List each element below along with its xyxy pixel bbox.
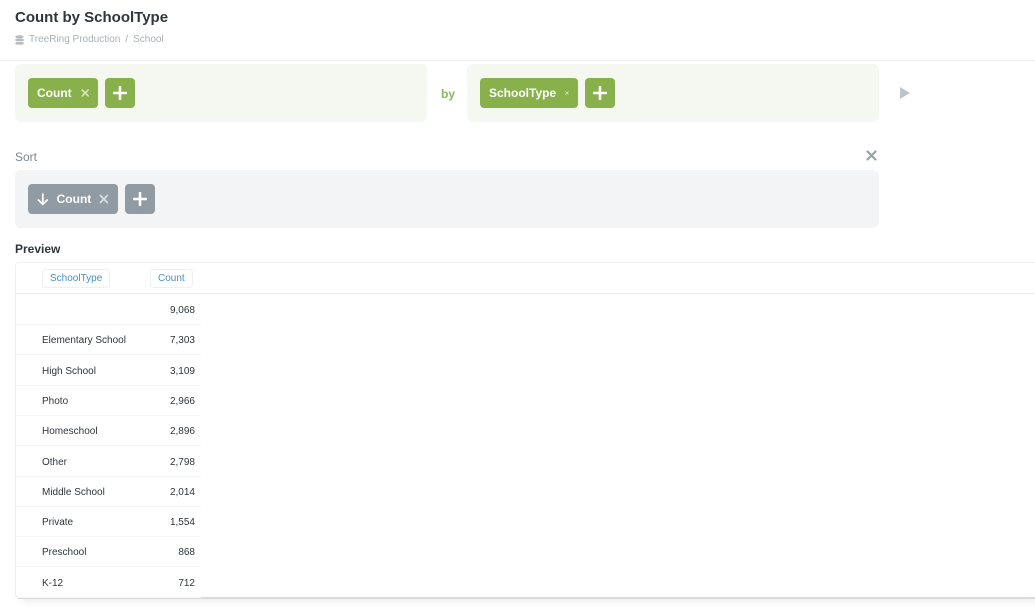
column-header-count[interactable]: Count (150, 269, 193, 288)
cell-count: 1,554 (169, 517, 195, 529)
table-row: High School 3,109 (16, 356, 201, 386)
page-title: Count by SchoolType (15, 9, 169, 26)
page-header: Count by SchoolType TreeRing Production … (0, 0, 1035, 61)
cell-schooltype: K-12 (42, 577, 64, 589)
cell-count: 2,014 (169, 486, 195, 498)
table-row: Private 1,554 (16, 507, 201, 538)
cell-schooltype: Private (42, 517, 74, 529)
breadcrumb-database[interactable]: TreeRing Production (29, 34, 120, 45)
cell-count: 9,068 (169, 305, 195, 316)
preview-table: SchoolType Count 9,068 Elementary School 7… (15, 262, 1035, 599)
cell-schooltype: Homeschool (42, 426, 98, 438)
table-row: Other 2,798 (16, 447, 201, 477)
table-row: Elementary School 7,303 (16, 325, 201, 356)
remove-aggregation-icon[interactable] (81, 88, 89, 98)
cell-schooltype: Photo (42, 395, 69, 407)
aggregation-label: Count (37, 86, 72, 100)
plus-icon (113, 86, 127, 100)
column-header-schooltype[interactable]: SchoolType (42, 269, 111, 288)
table-row: Middle School 2,014 (16, 477, 201, 507)
cell-count: 3,109 (169, 365, 195, 377)
sort-pill[interactable]: Count (28, 184, 118, 214)
play-icon[interactable] (898, 86, 912, 100)
database-icon (15, 34, 24, 45)
table-row: 9,068 (16, 295, 201, 325)
table-row: Homeschool 2,896 (16, 416, 201, 447)
plus-icon (133, 192, 147, 206)
table-row: Preschool 868 (16, 537, 201, 568)
breakout-pill[interactable]: SchoolType (480, 78, 578, 108)
remove-breakout-icon[interactable] (565, 88, 569, 98)
table-row: K-12 712 (16, 568, 201, 598)
cell-schooltype: Elementary School (42, 335, 126, 347)
cell-schooltype: Preschool (42, 547, 87, 559)
preview-label: Preview (15, 242, 61, 256)
by-label: by (441, 87, 456, 101)
add-breakout-button[interactable] (585, 78, 615, 108)
cell-count: 7,303 (169, 335, 195, 347)
breadcrumb-separator: / (125, 34, 129, 45)
cell-count: 2,798 (169, 456, 195, 468)
table-row: Photo 2,966 (16, 386, 201, 416)
cell-schooltype: High School (42, 365, 96, 377)
remove-sort-icon[interactable] (99, 194, 109, 204)
table-header-row: SchoolType Count (16, 263, 1035, 294)
sort-label: Count (56, 192, 92, 206)
add-aggregation-button[interactable] (105, 78, 135, 108)
close-sort-icon[interactable] (866, 150, 877, 161)
breadcrumb: TreeRing Production / School (15, 34, 164, 45)
cell-count: 2,966 (169, 395, 195, 407)
arrow-down-icon (37, 192, 49, 205)
cell-count: 712 (178, 577, 195, 589)
sort-section-label: Sort (15, 150, 38, 164)
aggregation-pill[interactable]: Count (28, 78, 98, 108)
cell-count: 868 (178, 547, 195, 559)
breadcrumb-table[interactable]: School (133, 34, 164, 45)
breakout-label: SchoolType (489, 86, 557, 100)
plus-icon (593, 86, 607, 100)
cell-schooltype: Middle School (42, 486, 105, 498)
cell-count: 2,896 (169, 426, 195, 438)
cell-schooltype: Other (42, 456, 68, 468)
add-sort-button[interactable] (125, 184, 155, 214)
